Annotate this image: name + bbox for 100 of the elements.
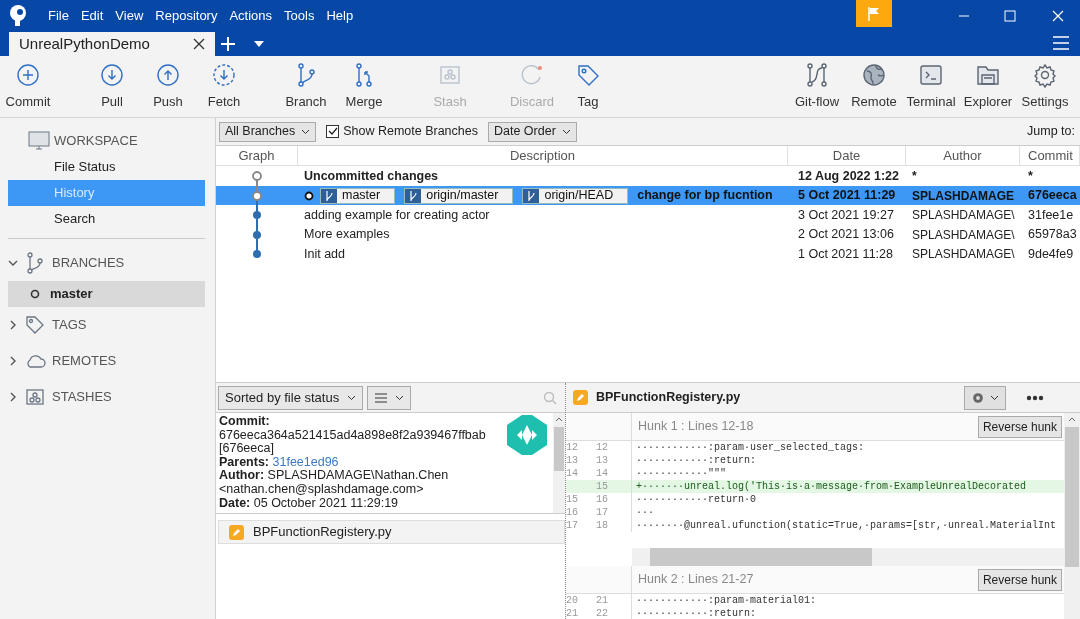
- branch-item[interactable]: master: [8, 281, 205, 307]
- commit-detail-line: Author: SPLASHDAMAGE\Nathan.Chen: [219, 469, 450, 483]
- menu-item[interactable]: Tools: [278, 6, 321, 26]
- sidebar-item[interactable]: Search: [8, 206, 205, 232]
- chevron-icon[interactable]: [8, 356, 18, 366]
- code-text: ············:return:: [635, 454, 757, 467]
- chevron-icon[interactable]: [8, 320, 18, 330]
- toolbar-button[interactable]: Tag: [560, 58, 616, 115]
- commit-message: More examples: [304, 226, 390, 244]
- toolbar-button[interactable]: Merge: [336, 58, 392, 115]
- chevron-icon[interactable]: [8, 258, 18, 268]
- scroll-up-icon[interactable]: [1068, 416, 1076, 424]
- menu-item[interactable]: Edit: [74, 6, 110, 26]
- toolbar-button[interactable]: Commit: [0, 58, 56, 115]
- column-header[interactable]: Date: [788, 146, 906, 166]
- menu-item[interactable]: Actions: [223, 6, 279, 26]
- scroll-up-icon[interactable]: [555, 416, 563, 424]
- line-number: 13: [596, 454, 632, 467]
- chevron-icon: [394, 394, 404, 401]
- commit-detail-line: Parents: 31fee1ed96: [219, 455, 340, 470]
- column-header[interactable]: Author: [906, 146, 1020, 166]
- remote-branches-checkbox[interactable]: Show Remote Branches: [326, 122, 478, 141]
- commit-message: Init add: [304, 245, 345, 263]
- file-row[interactable]: BPFunctionRegistery.py: [218, 520, 565, 544]
- toolbar-button[interactable]: Fetch: [196, 58, 252, 115]
- section-title[interactable]: REMOTES: [52, 351, 117, 371]
- maximize-icon[interactable]: [1004, 10, 1016, 22]
- menu-item[interactable]: File: [42, 6, 75, 26]
- sidebar-item[interactable]: File Status: [8, 154, 205, 180]
- menu-item[interactable]: Help: [320, 6, 360, 26]
- commit-hash-cell-text: 9de4fe9: [1027, 245, 1075, 263]
- line-number: 13: [566, 454, 579, 467]
- checkbox[interactable]: [326, 125, 340, 138]
- more-icon[interactable]: [1026, 394, 1044, 401]
- settings-dropdown[interactable]: [964, 385, 1006, 410]
- parent-commit-link[interactable]: 31fee1ed96: [272, 454, 339, 469]
- reverse-hunk-button[interactable]: Reverse hunk: [977, 415, 1062, 438]
- branch-label: origin/master: [404, 187, 514, 204]
- sort-dropdown[interactable]: Sorted by file status: [218, 385, 364, 410]
- app-logo-icon: [8, 4, 28, 28]
- toolbar-button[interactable]: Pull: [84, 58, 140, 115]
- chevron-icon: [347, 394, 357, 401]
- column-header[interactable]: Graph: [216, 146, 298, 166]
- column-header[interactable]: Description: [298, 146, 788, 166]
- plus-circle-icon: [15, 61, 41, 88]
- commit-row[interactable]: Uncommitted changes 12 Aug 2022 1:22 * *: [216, 166, 1080, 186]
- commit-message: adding example for creating actor: [304, 206, 490, 224]
- toolbar-button[interactable]: Push: [140, 58, 196, 115]
- diff-file-name: BPFunctionRegistery.py: [596, 389, 741, 407]
- author-cell-text: *: [911, 168, 918, 185]
- globe-icon: [861, 61, 887, 88]
- commit-row[interactable]: More examples 2 Oct 2021 13:06 SPLASHDAMAGE\ 65978a3: [216, 224, 1080, 244]
- repo-tab[interactable]: UnrealPythonDemo: [9, 32, 215, 56]
- toolbar-button[interactable]: Git-flow: [789, 58, 845, 115]
- section-title[interactable]: STASHES: [52, 387, 112, 407]
- chevron-icon[interactable]: [8, 392, 18, 402]
- date-cell-text: 3 Oct 2021 19:27: [797, 206, 895, 224]
- commit-row[interactable]: adding example for creating actor 3 Oct 2021 19:27 SPLASHDAMAGE\ 31fee1e: [216, 205, 1080, 225]
- horizontal-scrollbar[interactable]: [632, 548, 1064, 566]
- menu-icon[interactable]: [1053, 36, 1069, 50]
- branch-icon: [24, 252, 46, 274]
- toolbar-button[interactable]: Remote: [846, 58, 902, 115]
- git-flow-icon: [804, 61, 830, 88]
- commit-message: change for bp fucntion: [637, 187, 773, 205]
- line-number: 21: [596, 594, 632, 607]
- branch-icon: [526, 189, 537, 202]
- chevron-icon: [301, 128, 311, 135]
- tag-icon: [24, 314, 46, 336]
- dropdown-icon[interactable]: [254, 41, 264, 47]
- menu-item[interactable]: Repository: [149, 6, 224, 26]
- line-number: 12: [566, 441, 579, 454]
- commit-hash-cell-text: 65978a3: [1027, 226, 1078, 244]
- down-arrow-circle-icon: [99, 61, 125, 88]
- order-dropdown[interactable]: Date Order: [488, 121, 577, 142]
- section-title[interactable]: BRANCHES: [52, 253, 125, 273]
- add-tab-icon[interactable]: [220, 36, 236, 52]
- commit-row[interactable]: Init add 1 Oct 2021 11:28 SPLASHDAMAGE\ 9de4fe9: [216, 244, 1080, 264]
- code-text: ············return·0: [635, 493, 757, 506]
- commit-detail-line: [676eeca]: [219, 442, 275, 456]
- scrollbar[interactable]: [553, 413, 565, 513]
- reverse-hunk-button[interactable]: Reverse hunk: [977, 568, 1062, 591]
- line-number: 22: [596, 607, 632, 619]
- menu-item[interactable]: View: [109, 6, 150, 26]
- commit-hash-cell-text: 676eeca: [1027, 187, 1078, 205]
- scrollbar[interactable]: [1064, 413, 1080, 619]
- line-number: 17: [566, 519, 579, 532]
- branches-dropdown[interactable]: All Branches: [219, 121, 317, 142]
- column-header[interactable]: Commit: [1020, 146, 1080, 166]
- code-text: +·······unreal.log('This·is·a·message·from·ExampleUnrealDecorated: [635, 480, 1027, 493]
- commit-row[interactable]: master origin/master origin/HEAD change for bp fucntion 5 Oct 2021 11:29 SPLASHDAMAGE 676eeca: [216, 185, 1080, 205]
- toolbar-button[interactable]: Terminal: [903, 58, 959, 115]
- view-mode-dropdown[interactable]: [367, 385, 412, 410]
- toolbar-button[interactable]: Explorer: [960, 58, 1016, 115]
- chevron-icon: [561, 128, 571, 135]
- section-title[interactable]: TAGS: [52, 315, 87, 335]
- toolbar-button[interactable]: Branch: [278, 58, 334, 115]
- jump-to-label: Jump to:: [1027, 123, 1075, 141]
- close-icon[interactable]: [193, 38, 205, 50]
- code-text: ············:param·user_selected_tags:: [635, 441, 865, 454]
- toolbar-button[interactable]: Settings: [1017, 58, 1073, 115]
